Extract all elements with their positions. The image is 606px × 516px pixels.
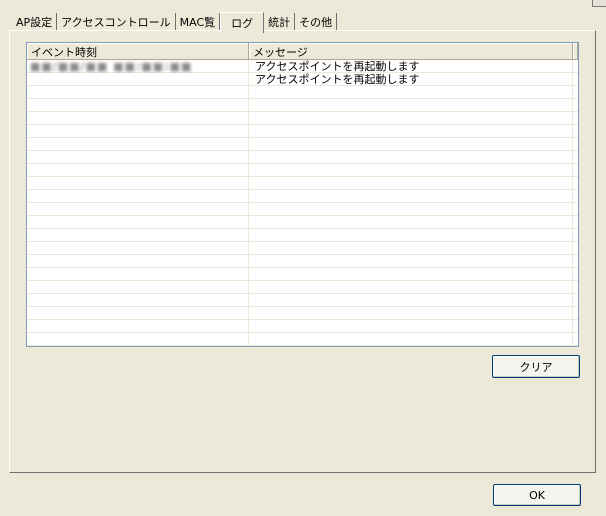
column-header-filler [573,43,578,60]
ok-button[interactable]: OK [493,484,581,506]
column-header-event-time[interactable]: イベント時刻 [27,43,249,60]
tab-statistics[interactable]: 統計 [264,13,296,31]
column-divider [248,60,249,346]
tab-log[interactable]: ログ [220,12,265,33]
message-cell: アクセスポイントを再起動します [255,73,420,86]
event-time-cell: ■■/■■/■■ ■■:■■:■■ [27,60,249,73]
tab-other[interactable]: その他 [295,13,338,31]
table-row[interactable]: ■■/■■/■■ ■■:■■:■■ アクセスポイントを再起動します [27,60,578,73]
log-list[interactable]: イベント時刻 メッセージ ■■/■■/■■ ■■:■■:■■ アクセスポイントを… [26,42,579,347]
message-cell: アクセスポイントを再起動します [255,60,420,73]
column-divider [572,60,573,346]
tab-ap-settings[interactable]: AP設定 [12,13,58,31]
tab-access-control[interactable]: アクセスコントロール [57,13,176,31]
tab-bar: AP設定 アクセスコントロール MAC覧 ログ 統計 その他 [12,11,338,33]
event-time-cell [27,73,249,86]
tab-mac-list[interactable]: MAC覧 [176,13,221,31]
log-tab-panel: イベント時刻 メッセージ ■■/■■/■■ ■■:■■:■■ アクセスポイントを… [9,30,596,473]
close-icon[interactable] [592,0,606,7]
redacted-time: ■■/■■/■■ ■■:■■:■■ [30,60,193,73]
column-header-message[interactable]: メッセージ [249,43,573,60]
log-list-body: ■■/■■/■■ ■■:■■:■■ アクセスポイントを再起動します アクセスポイ… [27,60,578,346]
clear-button[interactable]: クリア [492,355,580,378]
log-list-header: イベント時刻 メッセージ [27,43,578,60]
window-top-strip [0,0,606,7]
table-row[interactable]: アクセスポイントを再起動します [27,73,578,86]
